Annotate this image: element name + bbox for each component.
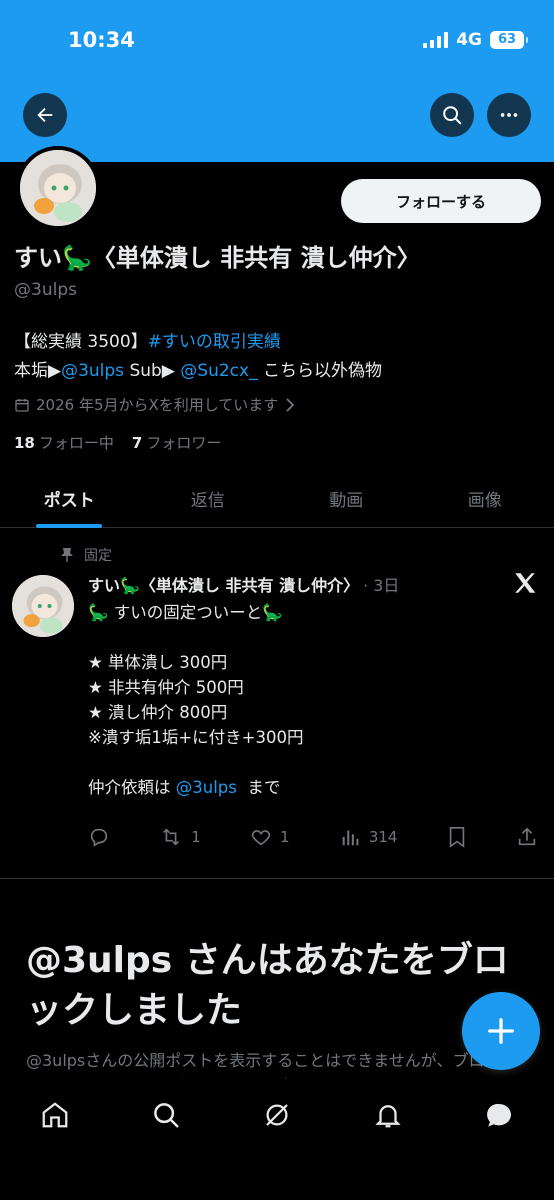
divider: [0, 878, 554, 879]
like-count: 1: [280, 828, 290, 846]
nav-notifications[interactable]: [358, 1100, 418, 1130]
post-last-suffix: まで: [236, 778, 281, 797]
post-line: ★ 潰し仲介 800円: [88, 703, 228, 722]
battery-icon: 63: [490, 31, 528, 49]
post-body: 🦕 すいの固定ついーと🦕 ★ 単体潰し 300円 ★ 非共有仲介 500円 ★ 潰し仲…: [88, 600, 303, 800]
bio-main-label: 本垢▶: [14, 361, 62, 381]
bio-suffix: こちら以外偽物: [257, 361, 382, 381]
bio-sub-handle-link[interactable]: @Su2cx_: [180, 361, 257, 381]
home-icon: [43, 1102, 68, 1128]
status-time: 10:34: [68, 28, 135, 52]
post-line-last: 仲介依頼は @3ulps まで: [88, 775, 303, 800]
tab-images[interactable]: 画像: [416, 470, 554, 527]
arrow-left-icon: [37, 107, 53, 123]
search-button[interactable]: [430, 93, 474, 137]
profile-display-name: すい🦕〈単体潰し 非共有 潰し仲介〉: [14, 244, 421, 272]
chevron-right-icon: [286, 397, 295, 412]
post-avatar[interactable]: [12, 575, 74, 637]
analytics-icon: [342, 830, 359, 846]
bookmark-button[interactable]: [447, 826, 467, 848]
avatar-illustration: [12, 575, 74, 637]
bookmark-icon: [449, 827, 464, 848]
post-line: ※潰す垢1垢+に付き+300円: [88, 728, 304, 747]
pinned-label: 固定: [84, 548, 112, 564]
post-line: 🦕 すいの固定ついーと🦕: [88, 603, 283, 622]
following-link[interactable]: 18 フォロー中: [14, 432, 114, 453]
tab-videos[interactable]: 動画: [277, 470, 416, 527]
profile-bio-line-2: 本垢▶@3ulps Sub▶ @Su2cx_ こちら以外偽物: [14, 356, 382, 381]
status-indicators: 4G 63: [423, 30, 528, 50]
bio-sub-label: Sub▶: [124, 361, 181, 381]
followers-label: フォロワー: [146, 434, 222, 452]
views-button[interactable]: 314: [339, 826, 398, 848]
share-button[interactable]: [516, 826, 538, 848]
joined-date[interactable]: 2026 年5月からXを利用しています: [14, 394, 296, 415]
more-horizontal-icon: [500, 113, 518, 117]
profile-tabs: ポスト 返信 動画 画像: [0, 470, 554, 528]
tab-replies[interactable]: 返信: [139, 470, 278, 527]
blocked-title: @3ulps さんはあなたをブロックしました: [26, 940, 509, 1031]
repost-count: 1: [191, 828, 201, 846]
post-actions: 1 1 314: [88, 826, 538, 848]
bio-hashtag-link[interactable]: #すいの取引実績: [148, 332, 281, 352]
joined-text: 2026 年5月からXを利用しています: [36, 396, 279, 414]
share-icon: [518, 827, 536, 846]
back-button[interactable]: [23, 93, 67, 137]
nav-home[interactable]: [25, 1100, 85, 1130]
views-count: 314: [368, 828, 398, 846]
like-button[interactable]: 1: [250, 826, 290, 848]
bottom-nav: [0, 1078, 554, 1200]
profile-bio-line-1: 【総実績 3500】#すいの取引実績: [14, 327, 281, 352]
followers-link[interactable]: 7 フォロワー: [132, 432, 221, 453]
calendar-icon: [15, 398, 29, 412]
reply-button[interactable]: [88, 826, 110, 848]
follow-button[interactable]: フォローする: [341, 179, 541, 223]
post-line: ★ 単体潰し 300円: [88, 653, 228, 672]
post-line: ★ 非共有仲介 500円: [88, 678, 244, 697]
grok-icon: [266, 1104, 288, 1126]
avatar-illustration: [20, 150, 96, 226]
search-icon: [443, 106, 462, 125]
reply-icon: [90, 828, 108, 847]
post-last-prefix: 仲介依頼は: [88, 778, 176, 797]
compose-post-button[interactable]: [462, 992, 540, 1070]
nav-messages[interactable]: [469, 1100, 529, 1132]
profile-avatar[interactable]: [16, 146, 100, 230]
followers-count: 7: [131, 434, 143, 452]
bio-record-text: 【総実績 3500】: [14, 332, 148, 352]
bio-main-handle-link[interactable]: @3ulps: [61, 361, 124, 381]
network-type: 4G: [456, 30, 482, 50]
tab-posts[interactable]: ポスト: [0, 470, 139, 527]
post-mention-link[interactable]: @3ulps: [176, 778, 237, 797]
post-header: すい🦕〈単体潰し 非共有 潰し仲介〉 · 3日: [88, 572, 399, 596]
post-time: · 3日: [363, 576, 400, 595]
signal-icon: [423, 32, 449, 48]
repost-icon: [163, 828, 180, 846]
more-button[interactable]: [487, 93, 531, 137]
plus-icon: [488, 1018, 514, 1044]
chat-bubble-icon: [486, 1103, 511, 1127]
following-count: 18: [14, 434, 35, 452]
pinned-indicator: 固定: [60, 545, 112, 565]
repost-button[interactable]: 1: [159, 826, 201, 848]
bell-icon: [375, 1105, 401, 1128]
nav-search[interactable]: [136, 1100, 196, 1130]
post-author-name[interactable]: すい🦕〈単体潰し 非共有 潰し仲介〉: [88, 572, 359, 596]
search-icon: [154, 1103, 179, 1128]
x-logo-icon: [512, 570, 538, 600]
following-label: フォロー中: [38, 434, 114, 452]
profile-handle: @3ulps: [14, 280, 77, 300]
status-bar: 10:34 4G 63: [0, 0, 554, 80]
heart-icon: [251, 830, 271, 846]
post-line: [88, 750, 303, 775]
follow-stats: 18 フォロー中 7 フォロワー: [14, 432, 221, 453]
post-line: [88, 625, 303, 650]
nav-grok[interactable]: [247, 1100, 307, 1130]
pin-icon: [61, 548, 73, 562]
